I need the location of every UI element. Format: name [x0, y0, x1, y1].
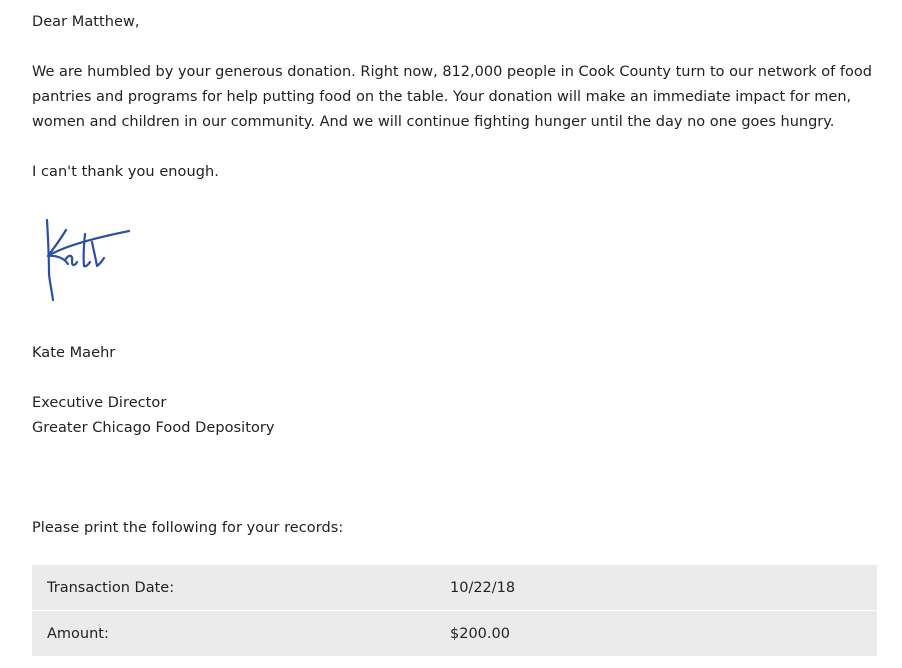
paragraph-line: We are humbled by your generous donation…: [32, 64, 872, 80]
closing-thanks: I can't thank you enough.: [32, 164, 219, 180]
signer-name: Kate Maehr: [32, 345, 116, 361]
table-row: Transaction Date: 10/22/18: [32, 565, 877, 611]
paragraph-line: pantries and programs for help putting f…: [32, 89, 852, 105]
signer-organization: Greater Chicago Food Depository: [32, 420, 275, 436]
transaction-date-value: 10/22/18: [435, 565, 877, 611]
salutation: Dear Matthew,: [32, 14, 140, 30]
transaction-date-label: Transaction Date:: [32, 565, 435, 611]
handwritten-signature: [45, 218, 131, 302]
letter-paragraph: We are humbled by your generous donation…: [32, 60, 872, 135]
records-note: Please print the following for your reco…: [32, 520, 344, 536]
signer-title: Executive Director: [32, 395, 167, 411]
amount-label: Amount:: [47, 625, 109, 642]
records-table: Transaction Date: 10/22/18 Amount: $200.…: [32, 565, 877, 656]
amount-value: $200.00: [450, 625, 510, 642]
table-row: Amount: $200.00: [32, 611, 877, 657]
paragraph-line: women and children in our community. And…: [32, 114, 835, 130]
